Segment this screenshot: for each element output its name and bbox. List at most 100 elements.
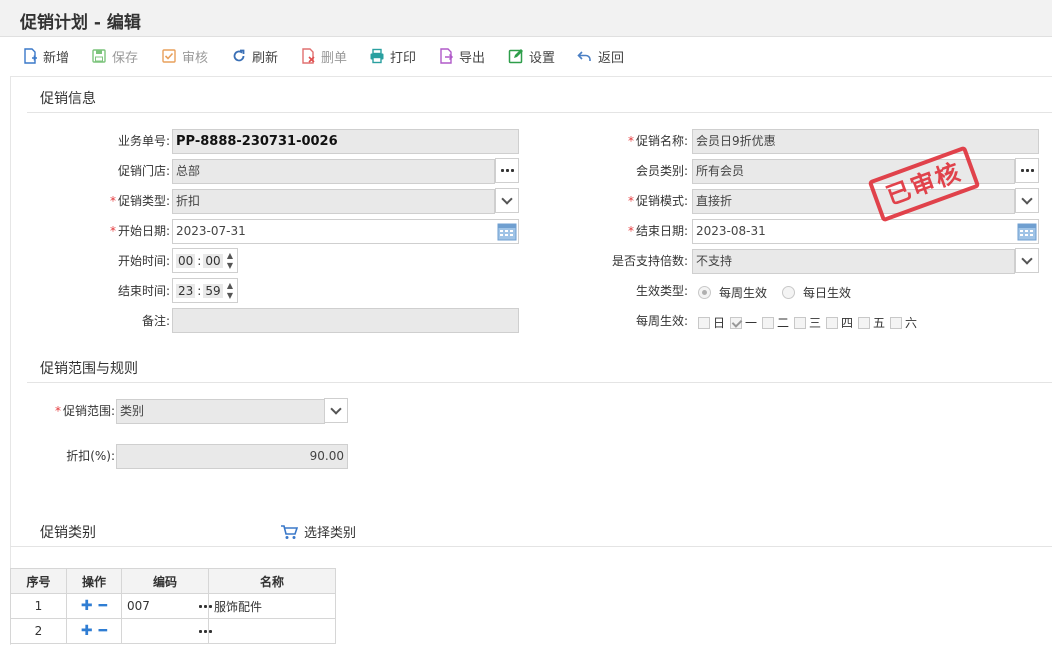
- remove-row-icon[interactable]: ━: [99, 598, 107, 614]
- end-time-input[interactable]: 23:59 ▲ ▼: [172, 278, 238, 303]
- refresh-button[interactable]: 刷新: [231, 46, 278, 66]
- weekday-checkbox-sat[interactable]: 六: [890, 314, 917, 331]
- range-select[interactable]: 类别: [116, 399, 325, 424]
- discount-input[interactable]: 90.00: [116, 444, 348, 469]
- effect-daily-radio[interactable]: 每日生效: [782, 284, 851, 301]
- mode-value: 直接折: [696, 194, 733, 208]
- code-cell[interactable]: 007: [121, 593, 212, 619]
- end-date-input[interactable]: 2023-08-31: [692, 219, 1039, 244]
- calendar-icon[interactable]: [497, 221, 517, 241]
- start-date-input[interactable]: 2023-07-31: [172, 219, 519, 244]
- weekday-label: 一: [745, 316, 758, 330]
- mode-label: * 促销模式:: [627, 194, 688, 208]
- start-time-input[interactable]: 00:00 ▲ ▼: [172, 248, 238, 273]
- edit-settings-icon: [508, 49, 523, 64]
- new-button[interactable]: 新增: [22, 46, 69, 66]
- weekday-checkbox-sun[interactable]: 日: [698, 314, 725, 331]
- end-date-label: * 结束日期:: [627, 224, 688, 238]
- weekday-label: 三: [809, 316, 822, 330]
- range-value: 类别: [120, 404, 145, 418]
- delete-button[interactable]: 删单: [300, 46, 347, 66]
- back-label: 返回: [598, 50, 625, 66]
- multi-select[interactable]: 不支持: [692, 249, 1015, 274]
- type-dropdown-button[interactable]: [495, 188, 519, 213]
- start-minute[interactable]: 00: [203, 253, 223, 268]
- mode-select[interactable]: 直接折: [692, 189, 1015, 214]
- weekday-label: 日: [713, 316, 726, 330]
- code-value: 007: [127, 599, 150, 613]
- type-select[interactable]: 折扣: [172, 189, 495, 214]
- effect-weekly-radio[interactable]: 每周生效: [698, 284, 767, 301]
- remark-input[interactable]: [172, 308, 519, 333]
- table-row: 2 ✚ ━: [10, 618, 336, 644]
- table-row: 1 ✚ ━ 007 服饰配件: [10, 593, 336, 619]
- settings-button[interactable]: 设置: [508, 46, 555, 66]
- name-field[interactable]: 会员日9折优惠: [692, 129, 1039, 154]
- back-button[interactable]: 返回: [577, 46, 624, 66]
- weekday-checkbox-fri[interactable]: 五: [858, 314, 885, 331]
- mode-dropdown-button[interactable]: [1015, 188, 1039, 213]
- print-button[interactable]: 打印: [369, 46, 416, 66]
- end-hour[interactable]: 23: [176, 283, 196, 298]
- checkbox-icon: [826, 316, 838, 329]
- calendar-icon[interactable]: [1017, 221, 1037, 241]
- effect-type-label: 生效类型:: [635, 284, 688, 298]
- print-icon: [370, 48, 384, 64]
- range-label: * 促销范围:: [54, 404, 115, 418]
- row-actions: ✚ ━: [66, 593, 122, 619]
- member-picker-button[interactable]: [1015, 158, 1039, 183]
- weekday-checkbox-tue[interactable]: 二: [762, 314, 789, 331]
- multi-value: 不支持: [696, 254, 733, 268]
- weekday-label: 四: [841, 316, 854, 330]
- multi-dropdown-button[interactable]: [1015, 248, 1039, 273]
- checkbox-icon: [794, 316, 806, 329]
- more-dots-icon: [500, 169, 514, 172]
- info-section-title: 促销信息: [40, 91, 96, 107]
- export-button[interactable]: 导出: [438, 46, 485, 66]
- more-dots-icon[interactable]: [199, 605, 212, 608]
- weekday-checkbox-thu[interactable]: 四: [826, 314, 853, 331]
- name-cell: 服饰配件: [208, 593, 336, 619]
- checkbox-icon: [698, 316, 710, 329]
- audit-label: 审核: [182, 50, 209, 66]
- settings-label: 设置: [529, 50, 556, 66]
- scope-section-title: 促销范围与规则: [40, 361, 138, 377]
- multi-label: 是否支持倍数:: [611, 254, 688, 268]
- checkbox-icon: [890, 316, 902, 329]
- add-row-icon[interactable]: ✚: [81, 623, 93, 639]
- start-hour[interactable]: 00: [176, 253, 196, 268]
- save-button[interactable]: 保存: [91, 46, 138, 66]
- more-dots-icon[interactable]: [199, 630, 212, 633]
- time-spinner[interactable]: ▲ ▼: [225, 281, 235, 300]
- divider: [27, 382, 1052, 383]
- radio-unchecked-icon: [782, 286, 795, 299]
- add-row-icon[interactable]: ✚: [81, 598, 93, 614]
- page-title: 促销计划 - 编辑: [20, 13, 141, 33]
- store-picker-button[interactable]: [495, 158, 519, 183]
- audit-button[interactable]: 审核: [161, 46, 208, 66]
- delete-doc-icon: [302, 48, 315, 64]
- audit-icon: [162, 49, 176, 63]
- weekday-label: 六: [905, 316, 918, 330]
- weekday-checkbox-wed[interactable]: 三: [794, 314, 821, 331]
- end-date-value: 2023-08-31: [696, 224, 766, 238]
- time-spinner[interactable]: ▲ ▼: [225, 251, 235, 270]
- column-header: 编码: [121, 568, 209, 594]
- weekday-checkbox-mon[interactable]: 一: [730, 314, 757, 331]
- category-section-title: 促销类别: [40, 525, 96, 541]
- range-dropdown-button[interactable]: [324, 398, 348, 423]
- weekday-label: 五: [873, 316, 886, 330]
- cart-icon: [281, 524, 298, 539]
- toolbar: 新增 保存 审核 刷新 删单 打印 导出 设置 返回: [0, 38, 1052, 74]
- end-minute[interactable]: 59: [203, 283, 223, 298]
- select-category-button[interactable]: 选择类别: [280, 522, 356, 541]
- column-header: 序号: [10, 568, 67, 594]
- store-field[interactable]: 总部: [172, 159, 495, 184]
- column-header: 名称: [208, 568, 336, 594]
- divider: [10, 546, 1052, 547]
- radio-checked-icon: [698, 286, 711, 299]
- code-cell[interactable]: [121, 618, 212, 644]
- checkbox-icon: [858, 316, 870, 329]
- order-no-label: 业务单号:: [117, 134, 170, 148]
- remove-row-icon[interactable]: ━: [99, 623, 107, 639]
